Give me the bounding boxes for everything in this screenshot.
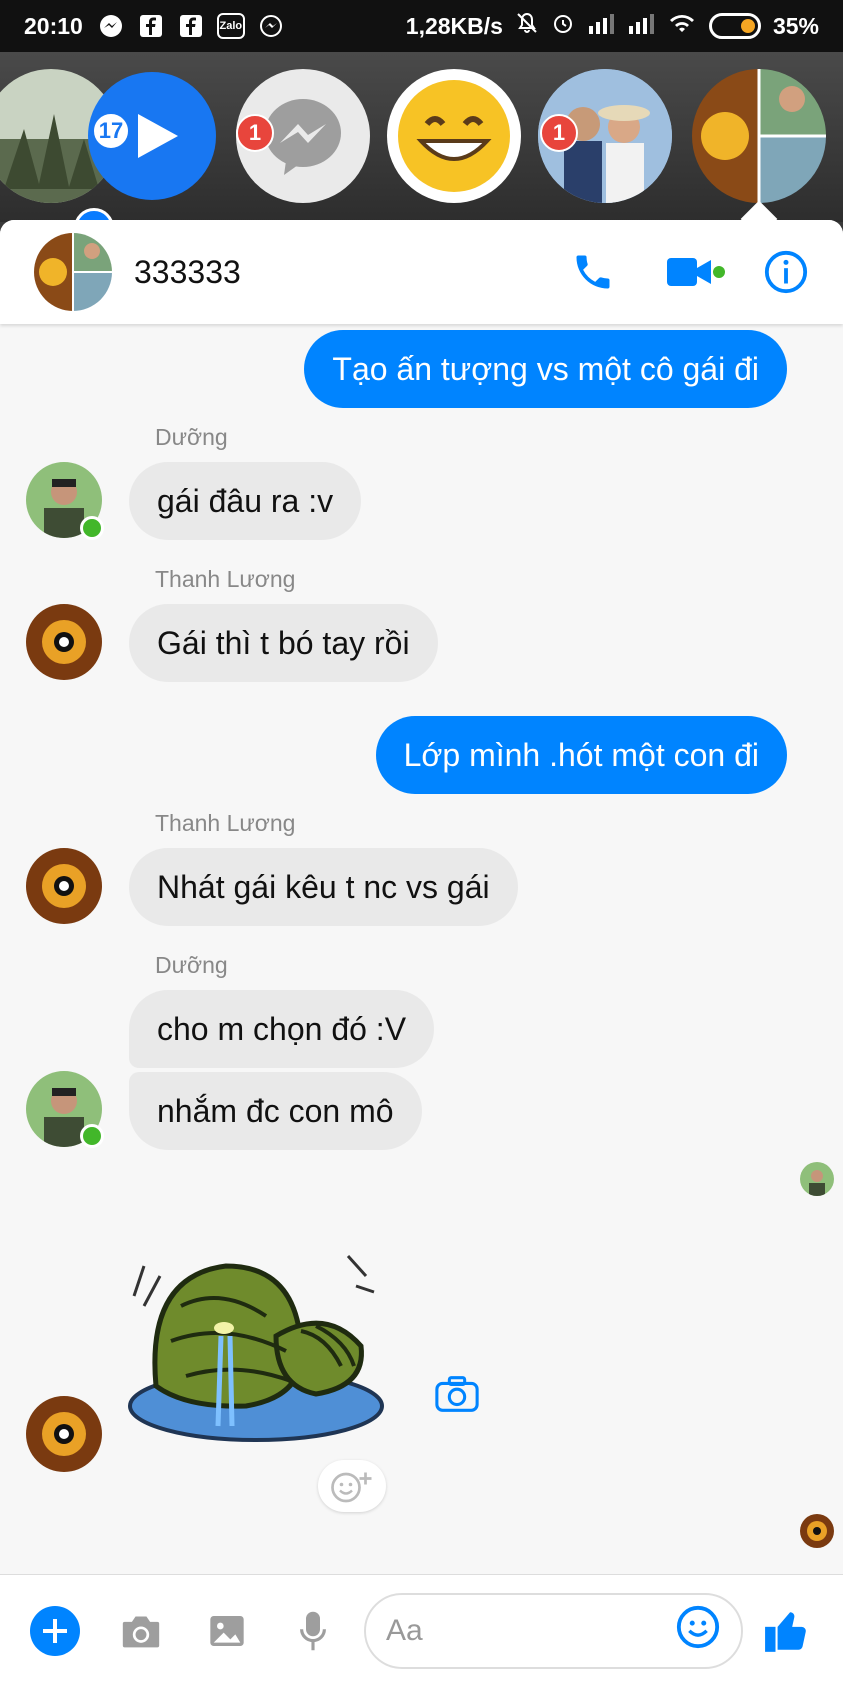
- avatar[interactable]: [26, 848, 102, 924]
- alarm-icon: [551, 11, 575, 41]
- plus-icon: [30, 1605, 80, 1656]
- signal-icon: [587, 12, 615, 40]
- online-dot: [713, 266, 725, 278]
- outgoing-message[interactable]: Tạo ấn tượng vs một cô gái đi: [304, 330, 787, 408]
- outgoing-message[interactable]: Lớp mình .hót một con đi: [375, 716, 787, 794]
- chat-head-emoji[interactable]: [387, 69, 521, 203]
- message-input[interactable]: Aa: [364, 1592, 743, 1669]
- add-reaction-button[interactable]: [318, 1460, 386, 1512]
- microphone-icon: [300, 1611, 326, 1650]
- video-call-button[interactable]: [665, 252, 725, 292]
- facebook-icon: [137, 13, 165, 39]
- clock: 20:10: [24, 12, 83, 39]
- badge-count: 1: [540, 114, 578, 152]
- info-icon: [764, 250, 808, 294]
- sender-name: Thanh Lương: [155, 810, 296, 836]
- video-camera-icon: [667, 258, 711, 286]
- grinning-emoji-icon: [398, 80, 510, 192]
- incoming-message[interactable]: Nhát gái kêu t nc vs gái: [129, 848, 518, 926]
- battery-icon: [708, 13, 761, 39]
- incoming-message[interactable]: gái đâu ra :v: [129, 462, 362, 540]
- voice-button[interactable]: [278, 1610, 348, 1652]
- status-bar: 20:10 Zalo 1,28KB/s 35%: [0, 0, 843, 52]
- battery-percent: 35%: [772, 12, 819, 39]
- like-button[interactable]: [753, 1606, 823, 1656]
- info-button[interactable]: [763, 249, 809, 295]
- read-receipt-avatar: [800, 1162, 834, 1196]
- net-speed: 1,28KB/s: [405, 12, 503, 39]
- chat-heads-bar: 17 Zalo 1 1: [0, 52, 843, 248]
- message-input-placeholder: Aa: [386, 1613, 423, 1647]
- camera-icon: [122, 1615, 160, 1647]
- read-receipt-avatar: [800, 1514, 834, 1548]
- phone-call-button[interactable]: [571, 250, 615, 294]
- avatar[interactable]: [26, 604, 102, 680]
- chat-panel: 333333 Tạo ấn tượng vs một cô gái đi Dưỡ…: [0, 220, 843, 1686]
- signal-icon: [627, 12, 655, 40]
- more-actions-button[interactable]: [20, 1605, 90, 1657]
- incoming-message[interactable]: cho m chọn đó :V: [129, 990, 435, 1068]
- sender-name: Dưỡng: [155, 952, 228, 978]
- chat-header: 333333: [0, 220, 843, 324]
- message-list[interactable]: Tạo ấn tượng vs một cô gái đi Dưỡng gái …: [0, 324, 843, 1574]
- online-indicator: [80, 1124, 104, 1148]
- zalo-icon: Zalo: [216, 13, 245, 39]
- incoming-message[interactable]: nhắm đc con mô: [129, 1072, 422, 1150]
- emoji-plus-icon: [331, 1472, 372, 1503]
- emoji-picker-button[interactable]: [675, 1604, 721, 1658]
- camera-button[interactable]: [106, 1611, 176, 1651]
- message-composer: Aa: [0, 1574, 843, 1686]
- phone-icon: [576, 255, 610, 289]
- badge-count: 1: [236, 114, 274, 152]
- sender-name: Dưỡng: [155, 424, 228, 450]
- online-indicator: [80, 516, 104, 540]
- gallery-button[interactable]: [192, 1611, 262, 1651]
- crying-turtle-sticker[interactable]: [126, 1236, 388, 1446]
- incoming-message[interactable]: Gái thì t bó tay rồi: [129, 604, 438, 682]
- group-avatar[interactable]: [34, 233, 112, 311]
- image-icon: [210, 1615, 244, 1646]
- thumbs-up-icon: [765, 1611, 806, 1652]
- mute-icon: [515, 11, 539, 41]
- wifi-icon: [667, 12, 697, 40]
- sender-name: Thanh Lương: [155, 566, 296, 592]
- chat-title[interactable]: 333333: [134, 254, 521, 291]
- camera-reply-button[interactable]: [434, 1374, 480, 1419]
- messenger-icon: [97, 13, 125, 39]
- camera-icon: [435, 1376, 479, 1412]
- messenger-icon: [257, 13, 285, 39]
- badge-count: 17: [92, 112, 130, 150]
- smiley-icon: [676, 1605, 720, 1648]
- chat-head-group[interactable]: [692, 69, 826, 203]
- facebook-icon: [177, 13, 205, 39]
- avatar[interactable]: [26, 1396, 102, 1472]
